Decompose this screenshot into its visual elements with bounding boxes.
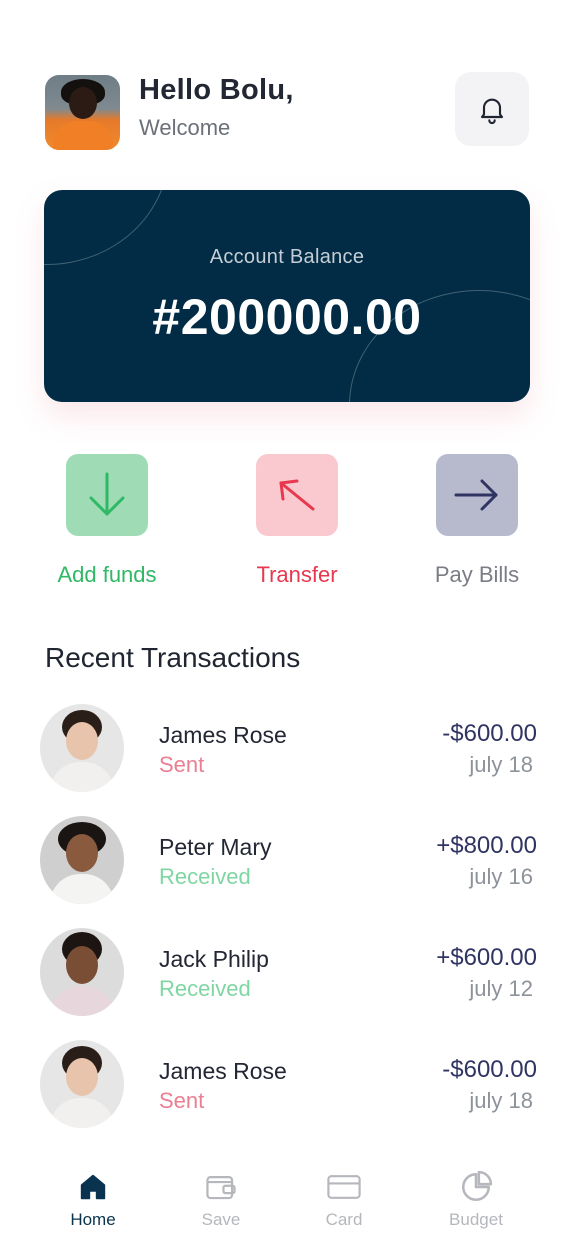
pie-chart-icon: [461, 1170, 493, 1202]
transaction-status: Sent: [159, 1088, 205, 1113]
card-icon: [327, 1175, 361, 1199]
transaction-name: Jack Philip: [159, 946, 269, 972]
transfer-action[interactable]: Transfer: [217, 454, 377, 588]
transaction-name: James Rose: [159, 722, 287, 748]
nav-label-save: Save: [201, 1210, 241, 1229]
add-funds-label: Add funds: [57, 562, 157, 587]
balance-card: Account Balance #200000.00: [44, 190, 530, 402]
arrow-right-icon: [454, 479, 498, 511]
contact-avatar: [40, 928, 124, 1016]
transaction-amount: +$600.00: [436, 944, 537, 971]
nav-label-home: Home: [70, 1210, 116, 1229]
transaction-status: Received: [159, 976, 251, 1001]
transfer-button[interactable]: [256, 454, 338, 536]
wallet-icon: [206, 1176, 236, 1200]
transaction-amount: -$600.00: [442, 720, 537, 747]
recent-transactions-title: Recent Transactions: [45, 642, 301, 673]
user-avatar[interactable]: [45, 75, 120, 150]
transaction-date: july 12: [469, 976, 533, 1001]
transaction-row[interactable]: James Rose Sent -$600.00 july 18: [40, 704, 537, 794]
pay-bills-button[interactable]: [436, 454, 518, 536]
contact-avatar: [40, 816, 124, 904]
nav-label-card: Card: [325, 1210, 363, 1229]
transaction-name: James Rose: [159, 1058, 287, 1084]
balance-amount: #200000.00: [152, 289, 422, 345]
contact-avatar: [40, 1040, 124, 1128]
transaction-status: Received: [159, 864, 251, 889]
contact-avatar: [40, 704, 124, 792]
bottom-nav: Home Save Card Budget: [0, 1160, 575, 1245]
transaction-row[interactable]: Jack Philip Received +$600.00 july 12: [40, 928, 537, 1018]
header: Hello Bolu, Welcome: [45, 72, 530, 150]
transaction-row[interactable]: Peter Mary Received +$800.00 july 16: [40, 816, 537, 906]
nav-item-save[interactable]: Save: [171, 1170, 271, 1230]
add-funds-action[interactable]: Add funds: [27, 454, 187, 588]
transaction-date: july 16: [469, 864, 533, 889]
transaction-date: july 18: [469, 1088, 533, 1113]
bell-icon: [480, 98, 504, 124]
balance-label: Account Balance: [209, 246, 365, 268]
transaction-amount: -$600.00: [442, 1056, 537, 1083]
nav-label-budget: Budget: [449, 1210, 503, 1229]
pay-bills-action[interactable]: Pay Bills: [397, 454, 557, 588]
transaction-date: july 18: [469, 752, 533, 777]
greeting-subtitle: Welcome: [139, 115, 231, 140]
arrow-up-left-icon: [279, 479, 315, 511]
pay-bills-label: Pay Bills: [434, 562, 520, 587]
home-icon: [80, 1174, 106, 1200]
transaction-status: Sent: [159, 752, 205, 777]
transaction-name: Peter Mary: [159, 834, 272, 860]
add-funds-button[interactable]: [66, 454, 148, 536]
nav-item-budget[interactable]: Budget: [426, 1170, 526, 1230]
transaction-amount: +$800.00: [436, 832, 537, 859]
nav-item-card[interactable]: Card: [294, 1170, 394, 1230]
greeting-block: Hello Bolu, Welcome: [139, 74, 294, 141]
greeting-title: Hello Bolu,: [139, 74, 294, 106]
transaction-row[interactable]: James Rose Sent -$600.00 july 18: [40, 1040, 537, 1130]
notification-button[interactable]: [455, 72, 529, 146]
arrow-down-icon: [89, 472, 125, 516]
nav-item-home[interactable]: Home: [43, 1170, 143, 1230]
transfer-label: Transfer: [256, 562, 338, 587]
